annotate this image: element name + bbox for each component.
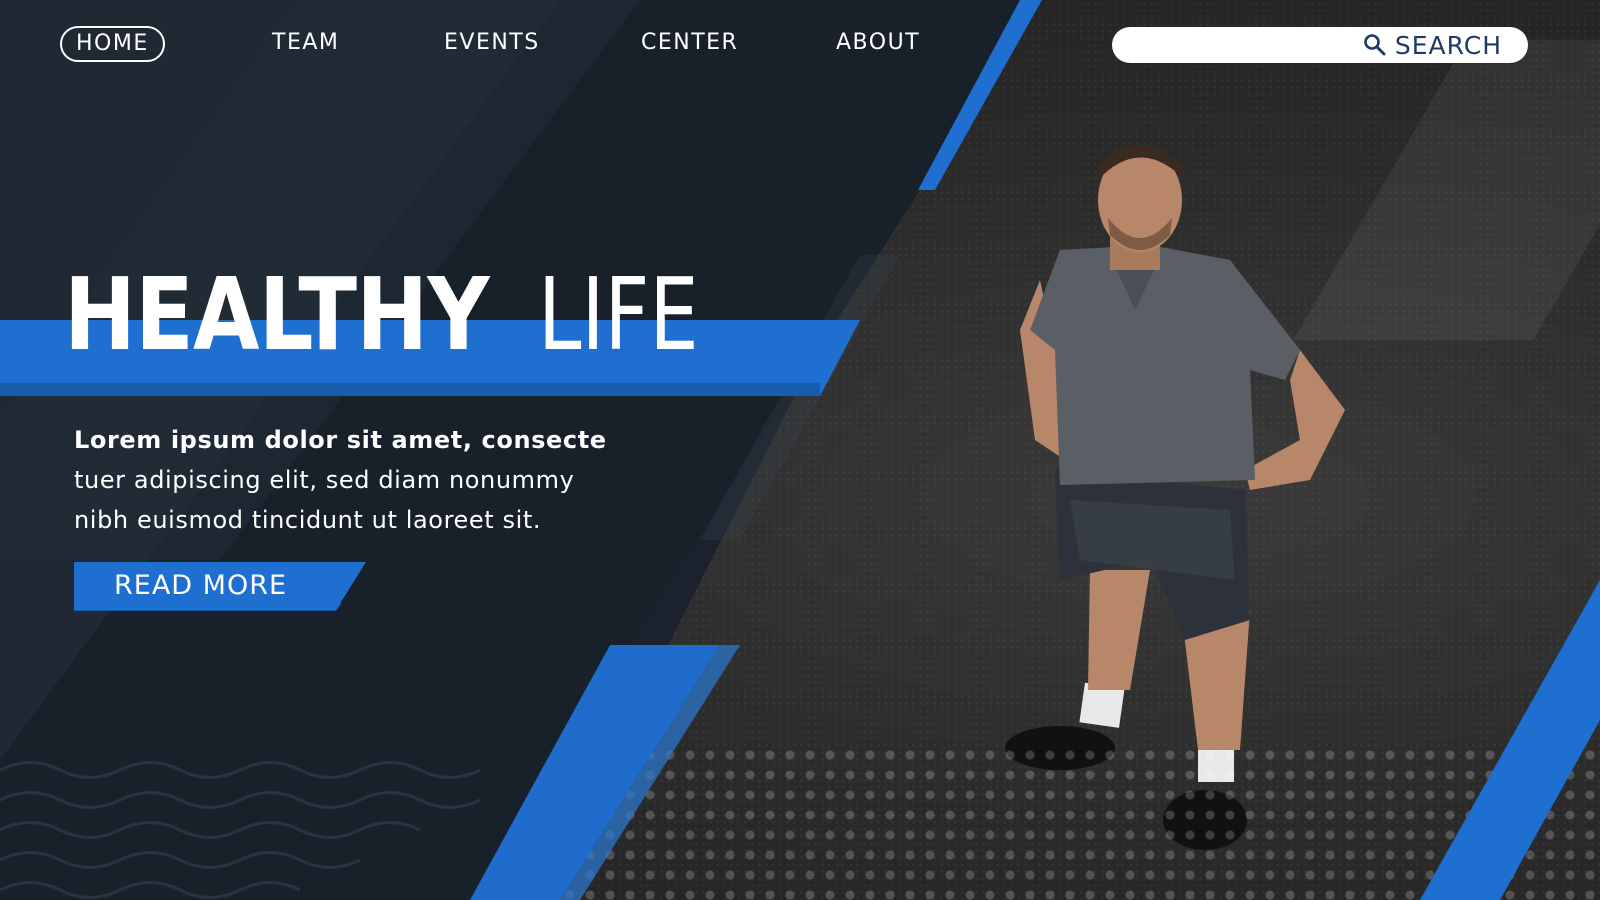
hero-lead-line: Lorem ipsum dolor sit amet, consecte xyxy=(74,426,607,454)
top-nav: HOME TEAM EVENTS CENTER ABOUT xyxy=(0,0,1000,90)
title-band-shadow xyxy=(0,383,820,396)
search-button[interactable]: SEARCH xyxy=(1363,27,1502,63)
nav-item-home[interactable]: HOME xyxy=(60,26,165,62)
hero-title-light: LIFE xyxy=(538,256,699,373)
read-more-button[interactable]: READ MORE xyxy=(74,562,366,610)
search-button-label: SEARCH xyxy=(1394,30,1502,60)
hero-description: Lorem ipsum dolor sit amet, consecte tue… xyxy=(74,420,714,540)
landing-page: HEALTHY LIFE Lorem ipsum dolor sit amet,… xyxy=(0,0,1600,900)
search-bar: SEARCH xyxy=(1112,27,1528,63)
hero-line-3: nibh euismod tincidunt ut laoreet sit. xyxy=(74,506,542,534)
hero-title-bold: HEALTHY xyxy=(64,256,490,373)
nav-item-events[interactable]: EVENTS xyxy=(444,28,540,58)
nav-item-about[interactable]: ABOUT xyxy=(836,28,920,58)
search-input[interactable] xyxy=(1132,31,1366,61)
nav-item-center[interactable]: CENTER xyxy=(641,28,738,58)
hero-title: HEALTHY LIFE xyxy=(64,250,699,380)
search-icon xyxy=(1364,34,1386,56)
nav-item-team[interactable]: TEAM xyxy=(272,28,339,58)
read-more-label: READ MORE xyxy=(114,570,288,601)
hero-line-2: tuer adipiscing elit, sed diam nonummy xyxy=(74,466,575,494)
wave-pattern xyxy=(0,761,481,899)
